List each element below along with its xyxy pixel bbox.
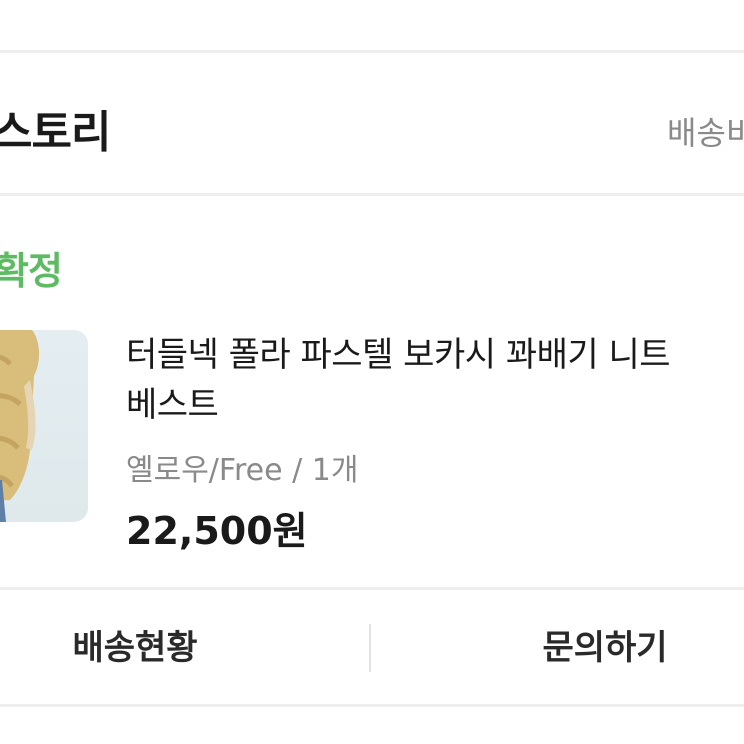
top-divider	[0, 50, 744, 53]
product-name[interactable]: 터들넥 폴라 파스텔 보카시 꽈배기 니트 베스트	[126, 330, 744, 430]
button-separator	[369, 624, 371, 672]
product-name-line-2: 베스트	[126, 385, 219, 425]
product-divider	[0, 587, 744, 590]
product-thumbnail[interactable]	[0, 330, 88, 522]
order-status-label: 확정	[0, 249, 63, 293]
header-divider	[0, 193, 744, 196]
product-image	[0, 330, 39, 522]
bottom-divider	[0, 704, 744, 707]
product-name-line-1: 터들넥 폴라 파스텔 보카시 꽈배기 니트	[126, 335, 671, 375]
shipping-status-button[interactable]: 배송현황	[0, 618, 270, 678]
product-option: 옐로우/Free / 1개	[126, 453, 359, 488]
section-title: 스토리	[0, 107, 111, 158]
shipping-fee-link[interactable]: 배송비	[667, 108, 744, 154]
inquiry-button[interactable]: 문의하기	[470, 618, 740, 678]
product-price: 22,500원	[126, 509, 308, 553]
